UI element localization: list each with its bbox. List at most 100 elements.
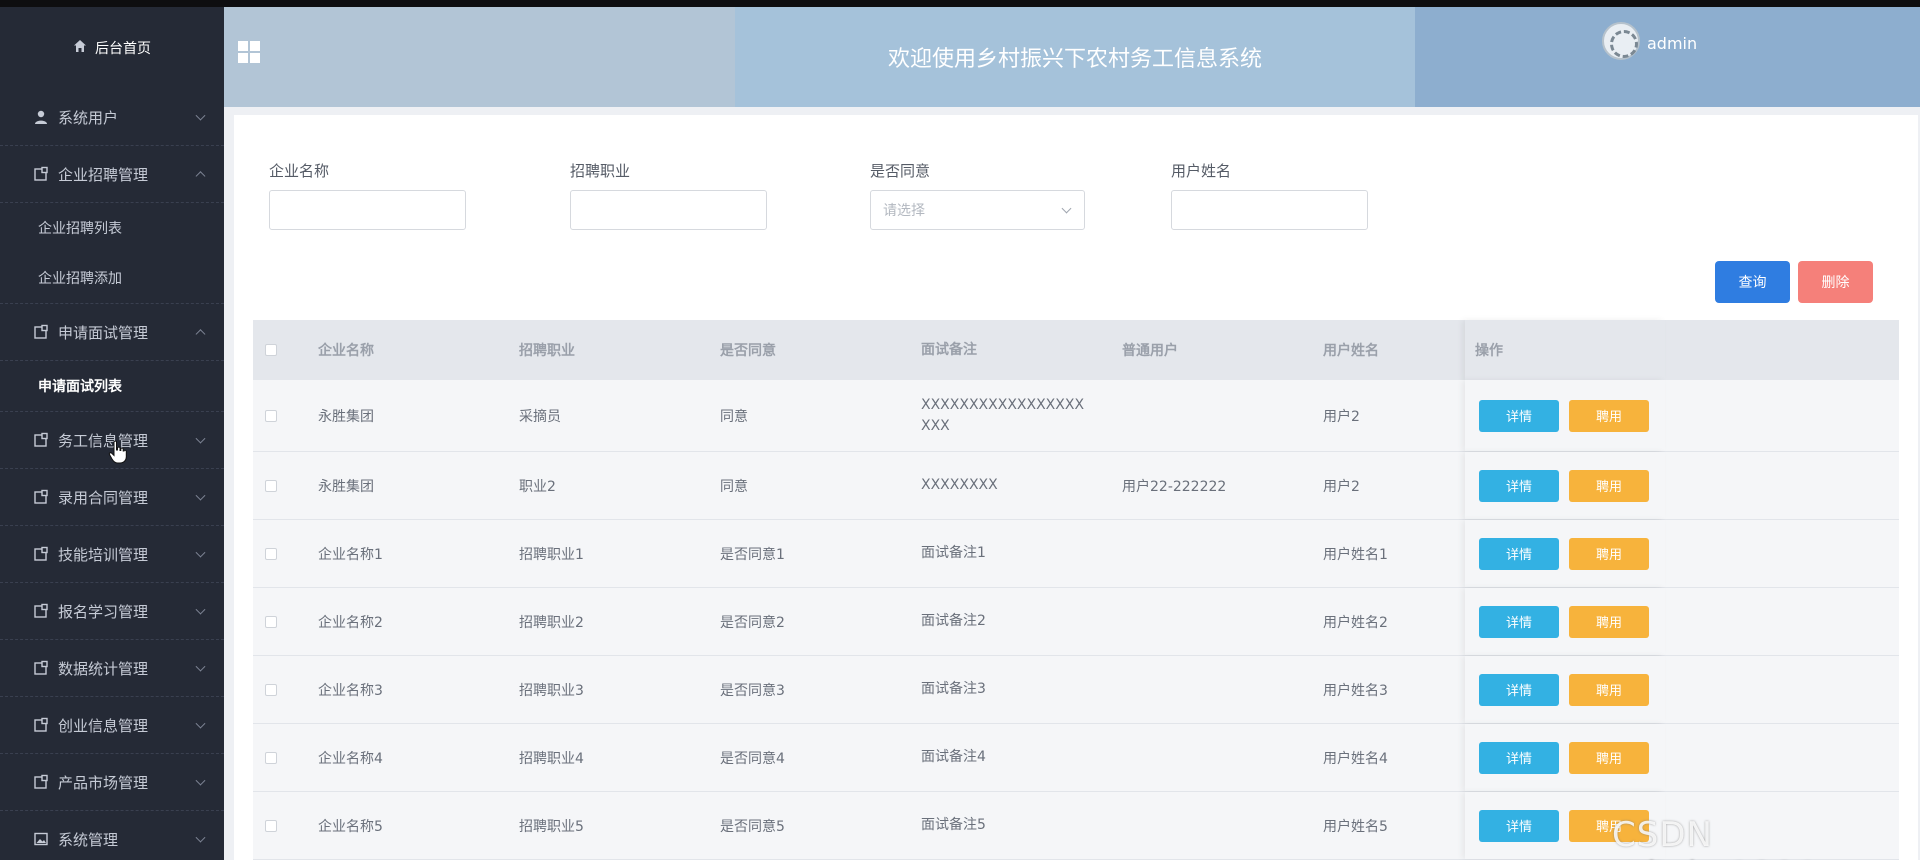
cell-company: 企业名称1 [318,546,383,563]
filter-agree: 是否同意 请选择 [870,160,1085,230]
filter-company: 企业名称 [269,160,466,230]
row-checkbox[interactable] [265,479,277,492]
sidebar-home[interactable]: 后台首页 [0,7,224,89]
sidebar-group-interview[interactable]: 申请面试管理 [0,304,224,361]
row-checkbox[interactable] [265,683,277,696]
sidebar-group-market[interactable]: 产品市场管理 [0,754,224,811]
home-icon [73,39,87,57]
top-header: 欢迎使用乡村振兴下农村务工信息系统 admin [224,7,1920,107]
cell-agree: 同意 [720,408,748,425]
row-checkbox[interactable] [265,409,277,422]
detail-button[interactable]: 详情 [1479,469,1559,502]
cell-agree: 是否同意3 [720,682,785,699]
table-row: 企业名称3 招聘职业3 是否同意3 面试备注3 用户姓名3 用户性别3 详情 聘… [253,656,1899,724]
folder-icon [32,545,50,563]
cell-job: 招聘职业1 [519,546,584,563]
hire-button[interactable]: 聘用 [1569,399,1649,432]
detail-button[interactable]: 详情 [1479,809,1559,842]
menu-grid-icon[interactable] [238,41,260,63]
data-table: 企业名称 招聘职业 是否同意 面试备注 普通用户 用户姓名 用户性别 操作 永胜… [253,320,1899,860]
cell-job: 招聘职业3 [519,682,584,699]
cell-remark: 面试备注3 [921,681,986,697]
folder-icon [32,431,50,449]
hand-cursor-icon [108,440,128,464]
column-header[interactable]: 普通用户 [1097,340,1298,360]
sidebar-group-label: 技能培训管理 [58,545,149,564]
select-all-checkbox[interactable] [265,344,277,356]
row-checkbox[interactable] [265,751,277,764]
sidebar-group-enroll[interactable]: 报名学习管理 [0,583,224,640]
cell-agree: 是否同意4 [720,750,785,767]
cell-user: 用户22-222222 [1122,478,1227,495]
detail-button[interactable]: 详情 [1479,399,1559,432]
hire-button[interactable]: 聘用 [1569,537,1649,570]
job-input[interactable] [570,190,767,230]
hire-button[interactable]: 聘用 [1569,673,1649,706]
hire-button[interactable]: 聘用 [1569,605,1649,638]
folder-icon [32,323,50,341]
sidebar-group-label: 务工信息管理 [58,431,149,450]
cell-remark: 面试备注1 [921,545,986,561]
detail-button[interactable]: 详情 [1479,537,1559,570]
folder-icon [32,602,50,620]
sidebar: 后台首页 系统用户 企业招聘管理 企业招聘列表 企业招聘添加 申请面试管理 申请… [0,7,224,860]
sidebar-group-system[interactable]: 系统管理 [0,811,224,860]
detail-button[interactable]: 详情 [1479,673,1559,706]
sidebar-group-training[interactable]: 技能培训管理 [0,526,224,583]
hire-button[interactable]: 聘用 [1569,741,1649,774]
sidebar-group-label: 申请面试管理 [58,323,149,342]
cell-remark: 面试备注4 [921,749,986,765]
folder-icon [32,659,50,677]
company-name-input[interactable] [269,190,466,230]
agree-select[interactable]: 请选择 [870,190,1085,230]
cell-company: 企业名称4 [318,750,383,767]
table-row: 企业名称4 招聘职业4 是否同意4 面试备注4 用户姓名4 用户性别4 详情 聘… [253,724,1899,792]
chevron-down-icon [195,604,206,615]
filter-username-label: 用户姓名 [1171,162,1232,180]
chevron-down-icon [195,547,206,558]
row-checkbox[interactable] [265,547,277,560]
sidebar-group-system-users[interactable]: 系统用户 [0,89,224,146]
chevron-down-icon [1061,203,1072,214]
column-header[interactable]: 面试备注 [896,340,1097,361]
image-icon [32,830,50,848]
cell-remark: 面试备注5 [921,817,986,833]
sidebar-group-recruit[interactable]: 企业招聘管理 [0,146,224,203]
folder-icon [32,165,50,183]
content-panel: 企业名称 招聘职业 是否同意 请选择 用户姓名 查询 删除 企业名称 招聘职业 [234,115,1918,860]
cell-agree: 同意 [720,478,748,495]
username-input[interactable] [1171,190,1368,230]
detail-button[interactable]: 详情 [1479,741,1559,774]
sidebar-item-recruit-list[interactable]: 企业招聘列表 [0,203,224,253]
sidebar-group-stats[interactable]: 数据统计管理 [0,640,224,697]
agree-select-placeholder: 请选择 [883,203,925,219]
sidebar-item-interview-list[interactable]: 申请面试列表 [0,361,224,411]
column-header[interactable]: 企业名称 [293,340,494,360]
row-checkbox[interactable] [265,819,277,832]
sidebar-item-recruit-add[interactable]: 企业招聘添加 [0,253,224,303]
column-header[interactable]: 是否同意 [695,340,896,360]
column-header-ops: 操作 [1465,320,1665,380]
chevron-up-icon [195,329,206,340]
sidebar-home-label: 后台首页 [95,41,151,57]
row-checkbox[interactable] [265,615,277,628]
sidebar-group-contract[interactable]: 录用合同管理 [0,469,224,526]
cell-agree: 是否同意2 [720,614,785,631]
delete-button[interactable]: 删除 [1798,261,1873,303]
chevron-down-icon [195,490,206,501]
page-title: 欢迎使用乡村振兴下农村务工信息系统 [735,7,1415,107]
avatar[interactable] [1602,22,1640,60]
cell-company: 永胜集团 [318,408,374,425]
detail-button[interactable]: 详情 [1479,605,1559,638]
query-button[interactable]: 查询 [1715,261,1790,303]
username-label[interactable]: admin [1647,34,1697,53]
cell-job: 招聘职业2 [519,614,584,631]
table-header: 企业名称 招聘职业 是否同意 面试备注 普通用户 用户姓名 用户性别 操作 [253,320,1899,380]
sidebar-group-label: 创业信息管理 [58,716,149,735]
column-header[interactable]: 招聘职业 [494,340,695,360]
sidebar-group-startup[interactable]: 创业信息管理 [0,697,224,754]
filter-job: 招聘职业 [570,160,767,230]
filter-job-label: 招聘职业 [570,162,631,180]
hire-button[interactable]: 聘用 [1569,469,1649,502]
cell-company: 企业名称5 [318,818,383,835]
